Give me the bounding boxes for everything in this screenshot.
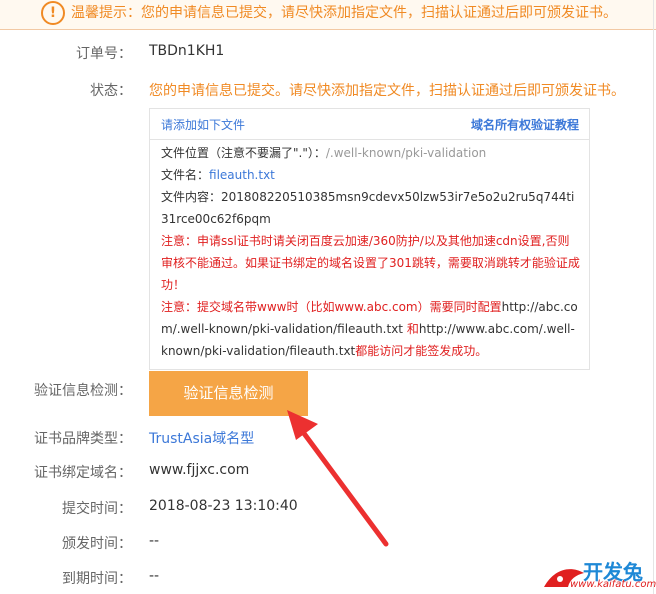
watermark-url: www.kaifatu.com bbox=[570, 579, 656, 590]
annotation-arrow-icon bbox=[287, 410, 389, 547]
